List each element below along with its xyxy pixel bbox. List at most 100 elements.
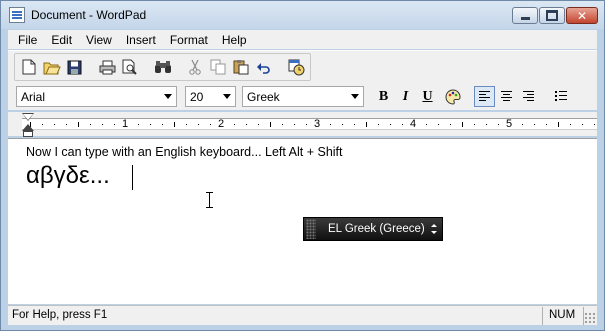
chevron-down-icon[interactable] xyxy=(164,94,172,99)
ruler-track: 1 2 3 4 5 xyxy=(22,118,597,130)
script-value: Greek xyxy=(247,89,280,104)
maximize-button[interactable] xyxy=(539,7,565,24)
print-icon[interactable] xyxy=(97,57,117,77)
align-center-button[interactable] xyxy=(496,86,517,107)
wordpad-app-icon[interactable] xyxy=(9,7,25,23)
align-right-icon xyxy=(523,91,534,102)
align-right-button[interactable] xyxy=(518,86,539,107)
ruler-number: 1 xyxy=(122,118,129,130)
ibeam-cursor-icon xyxy=(206,192,214,208)
open-icon[interactable] xyxy=(42,57,62,77)
ruler-tick xyxy=(462,122,463,127)
chevron-down-icon[interactable] xyxy=(351,94,359,99)
ruler-tick xyxy=(66,124,67,125)
script-select[interactable]: Greek xyxy=(242,86,364,107)
document-line: Now I can type with an English keyboard.… xyxy=(26,145,343,159)
ruler-tick xyxy=(78,122,79,127)
undo-icon[interactable] xyxy=(254,57,274,77)
bullets-icon xyxy=(555,91,567,102)
menu-bar: File Edit View Insert Format Help xyxy=(8,30,597,49)
ruler-tick xyxy=(390,124,391,125)
menu-edit[interactable]: Edit xyxy=(44,33,79,47)
ruler-tick xyxy=(594,124,595,125)
italic-button[interactable]: I xyxy=(395,86,416,107)
ruler-tick xyxy=(210,124,211,125)
font-size-value: 20 xyxy=(190,89,204,104)
bold-button[interactable]: B xyxy=(373,86,394,107)
ruler-tick xyxy=(258,124,259,125)
ruler-tick xyxy=(402,124,403,125)
ruler-tick xyxy=(114,124,115,125)
indent-marker[interactable] xyxy=(22,113,34,137)
ruler-tick xyxy=(354,124,355,125)
ruler-tick xyxy=(162,124,163,125)
status-bar: For Help, press F1 NUM xyxy=(8,305,597,325)
align-center-icon xyxy=(501,91,512,102)
ruler-tick xyxy=(150,124,151,125)
bullets-button[interactable] xyxy=(550,86,571,107)
minimize-button[interactable] xyxy=(512,7,538,24)
ruler-tick xyxy=(438,124,439,125)
paste-icon[interactable] xyxy=(231,57,251,77)
ruler[interactable]: 1 2 3 4 5 xyxy=(8,112,597,137)
input-language-label[interactable]: EL Greek (Greece) xyxy=(328,223,429,235)
ruler-tick xyxy=(138,124,139,125)
status-divider xyxy=(542,307,543,325)
font-name-select[interactable]: Arial xyxy=(16,86,177,107)
save-icon[interactable] xyxy=(65,57,85,77)
wordpad-window: Document - WordPad ✕ File Edit View Inse… xyxy=(0,0,605,331)
ruler-tick xyxy=(90,124,91,125)
menu-help[interactable]: Help xyxy=(215,33,254,47)
align-left-icon xyxy=(479,91,490,102)
ruler-tick xyxy=(54,124,55,125)
menu-file[interactable]: File xyxy=(11,33,44,47)
find-icon[interactable] xyxy=(153,57,173,77)
format-toolbar: Arial 20 Greek B I U xyxy=(8,82,597,110)
resize-grip-icon[interactable] xyxy=(584,312,596,324)
ruler-tick xyxy=(378,124,379,125)
drag-handle-icon[interactable] xyxy=(306,219,316,239)
ruler-tick xyxy=(102,124,103,125)
ruler-number: 4 xyxy=(410,118,417,130)
ruler-number: 3 xyxy=(314,118,321,130)
ruler-tick xyxy=(282,124,283,125)
color-button[interactable] xyxy=(442,86,463,107)
underline-button[interactable]: U xyxy=(417,86,438,107)
cut-icon[interactable] xyxy=(185,57,205,77)
font-size-select[interactable]: 20 xyxy=(185,86,236,107)
menu-insert[interactable]: Insert xyxy=(119,33,163,47)
ruler-tick xyxy=(294,124,295,125)
insert-datetime-icon[interactable] xyxy=(286,57,306,77)
close-button[interactable]: ✕ xyxy=(566,7,598,24)
ruler-tick xyxy=(186,124,187,125)
ruler-number: 2 xyxy=(218,118,225,130)
ruler-tick xyxy=(42,124,43,125)
language-bar-options-button[interactable] xyxy=(429,224,439,234)
ruler-number: 5 xyxy=(506,118,513,130)
window-title: Document - WordPad xyxy=(31,8,147,22)
menu-format[interactable]: Format xyxy=(163,33,215,47)
font-name-value: Arial xyxy=(21,89,46,104)
standard-toolbar xyxy=(8,50,597,82)
ruler-tick xyxy=(522,124,523,125)
ruler-tick xyxy=(366,122,367,127)
palette-icon xyxy=(445,88,460,105)
menu-view[interactable]: View xyxy=(79,33,119,47)
language-bar[interactable]: EL Greek (Greece) xyxy=(303,217,443,241)
ruler-tick xyxy=(546,124,547,125)
new-icon[interactable] xyxy=(19,57,39,77)
ruler-tick xyxy=(486,124,487,125)
title-bar[interactable]: Document - WordPad ✕ xyxy=(1,1,604,29)
document-line-greek: αβγδε... xyxy=(26,162,110,189)
print-preview-icon[interactable] xyxy=(120,57,140,77)
ruler-tick xyxy=(570,124,571,125)
ruler-tick xyxy=(234,124,235,125)
align-left-button[interactable] xyxy=(474,86,495,107)
ruler-tick xyxy=(582,124,583,125)
chevron-down-icon[interactable] xyxy=(223,94,231,99)
ruler-tick xyxy=(474,124,475,125)
ruler-tick xyxy=(174,122,175,127)
ruler-tick xyxy=(198,124,199,125)
copy-icon[interactable] xyxy=(208,57,228,77)
ruler-tick xyxy=(534,124,535,125)
